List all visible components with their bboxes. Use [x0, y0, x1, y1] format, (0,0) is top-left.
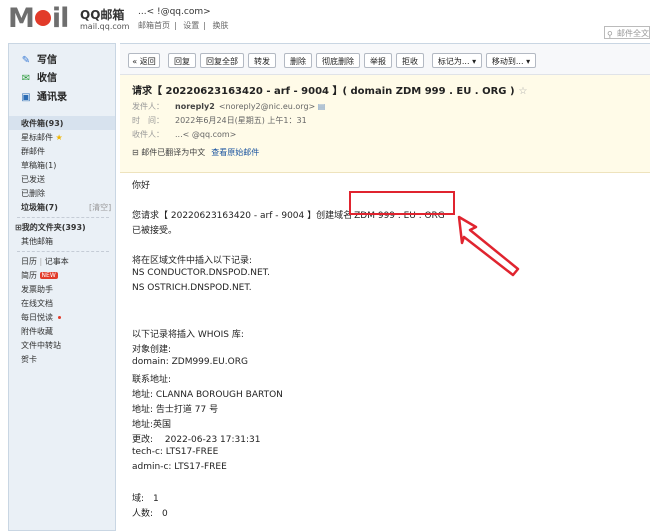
expand-icon: ⊞	[15, 223, 22, 232]
reply-all-button[interactable]: 回复全部	[200, 53, 244, 68]
body-addr1: 地址: CLANNA BOROUGH BARTON	[132, 390, 283, 400]
sidebar-item-cards[interactable]: 贺卡	[21, 354, 37, 365]
sidebar-item-docs[interactable]: 在线文档	[21, 298, 53, 309]
body-field: 域: 1	[132, 494, 159, 504]
star-icon: ★	[55, 133, 63, 142]
logo-circle-icon	[34, 9, 51, 26]
translate-icon: ⊟	[132, 148, 139, 157]
link-skin[interactable]: 换肤	[213, 21, 229, 30]
delete-permanently-button[interactable]: 彻底删除	[316, 53, 360, 68]
move-to-dropdown[interactable]: 移动到... ▾	[486, 53, 536, 68]
sender-address: <noreply2@nic.eu.org>	[218, 102, 316, 111]
mail-header: 请求【 20220623163420 - arf - 9004 】( domai…	[120, 75, 650, 173]
body-zone-intro: 将在区域文件中插入以下记录:	[132, 256, 253, 266]
link-settings[interactable]: 设置	[183, 21, 199, 30]
body-whois-intro: 以下记录将插入 WHOIS 库:	[132, 330, 244, 340]
reply-button[interactable]: 回复	[168, 53, 196, 68]
contacts-button[interactable]: ▣ 通讯录	[19, 88, 67, 103]
link-notes[interactable]: 记事本	[45, 257, 69, 266]
divider	[17, 217, 109, 218]
brand-name: QQ邮箱	[80, 8, 125, 22]
body-tech: tech-c: LTS17-FREE	[132, 447, 219, 457]
inbox-icon: ✉	[21, 73, 31, 84]
annotation-arrow-icon	[457, 215, 520, 277]
forward-button[interactable]: 转发	[248, 53, 276, 68]
sidebar-item-inbox[interactable]: 收件箱(93)	[21, 118, 63, 129]
sidebar-item-invoice[interactable]: 发票助手	[21, 284, 53, 295]
body-accepted: 已被接受。	[132, 226, 178, 236]
unread-dot	[58, 316, 61, 319]
sidebar-item-group[interactable]: 群邮件	[21, 146, 45, 157]
pencil-icon: ✎	[21, 55, 31, 66]
sidebar-item-filetransfer[interactable]: 文件中转站	[21, 340, 61, 351]
sidebar-item-other[interactable]: 其他邮箱	[21, 236, 53, 247]
contact-card-icon[interactable]: ▤	[318, 102, 326, 111]
body-count: 人数: 0	[132, 509, 168, 519]
body-admin: admin-c: LTS17-FREE	[132, 462, 227, 472]
receive-button[interactable]: ✉ 收信	[19, 69, 57, 84]
recipient-row: 收件人： ...< @qq.com>	[132, 130, 237, 139]
top-header: Mil QQ邮箱 mail.qq.com ...< !@qq.com> 邮箱首页…	[0, 0, 650, 42]
brand-url: mail.qq.com	[80, 22, 130, 31]
link-home[interactable]: 邮箱首页	[138, 21, 170, 30]
search-input[interactable]: ⚲ 邮件全文	[604, 26, 650, 39]
body-changed: 更改: 2022-06-23 17:31:31	[132, 435, 261, 445]
sidebar: ✎ 写信 ✉ 收信 ▣ 通讯录 收件箱(93) 星标邮件 ★ 群邮件 草稿箱(1) 已…	[8, 43, 116, 531]
view-original-link[interactable]: 查看原始邮件	[211, 148, 259, 157]
search-icon: ⚲	[607, 30, 613, 39]
body-object: 对象创建:	[132, 345, 172, 355]
contacts-icon: ▣	[21, 92, 31, 103]
mail-toolbar: « 返回 回复 回复全部 转发 删除 彻底删除 举报 拒收 标记为... ▾ 移…	[120, 44, 650, 75]
sidebar-item-deleted[interactable]: 已删除	[21, 188, 45, 199]
body-addr3: 地址:英国	[132, 420, 172, 430]
recipient-address: ...< @qq.com>	[175, 130, 237, 139]
time-row: 时 间： 2022年6月24日(星期五) 上午1：31	[132, 116, 307, 125]
sidebar-item-resume[interactable]: 简历 NEW	[21, 270, 58, 281]
account-address: ...< !@qq.com>	[138, 7, 211, 17]
mail-time: 2022年6月24日(星期五) 上午1：31	[175, 116, 307, 125]
back-button[interactable]: « 返回	[128, 53, 160, 68]
sidebar-item-sent[interactable]: 已发送	[21, 174, 45, 185]
mail-subject: 请求【 20220623163420 - arf - 9004 】( domai…	[132, 86, 528, 97]
sidebar-item-attachments[interactable]: 附件收藏	[21, 326, 53, 337]
sender-row: 发件人： noreply2 <noreply2@nic.eu.org> ▤	[132, 102, 326, 111]
clear-spam-link[interactable]: [清空]	[89, 202, 111, 213]
sidebar-item-spam[interactable]: 垃圾箱(7)	[21, 202, 58, 213]
body-domain: domain: ZDM999.EU.ORG	[132, 357, 248, 367]
qq-mail-logo[interactable]: Mil	[8, 4, 69, 34]
sidebar-item-drafts[interactable]: 草稿箱(1)	[21, 160, 56, 171]
body-ns1: NS CONDUCTOR.DNSPOD.NET.	[132, 268, 270, 278]
body-contact: 联系地址:	[132, 375, 172, 385]
translate-bar: ⊟ 邮件已翻译为中文 查看原始邮件	[132, 148, 260, 157]
sidebar-item-reading[interactable]: 每日悦读	[21, 312, 61, 323]
annotation-highlight-box	[349, 191, 455, 215]
new-badge: NEW	[39, 272, 58, 279]
top-links: 邮箱首页 | 设置 | 换肤	[138, 21, 229, 30]
sidebar-tools-row: 日历 | 记事本	[21, 257, 69, 266]
star-toggle-icon[interactable]: ☆	[519, 86, 528, 97]
mark-as-dropdown[interactable]: 标记为... ▾	[432, 53, 482, 68]
report-button[interactable]: 举报	[364, 53, 392, 68]
body-greeting: 你好	[132, 181, 151, 191]
sidebar-item-folders[interactable]: ⊞我的文件夹(393)	[15, 222, 86, 233]
delete-button[interactable]: 删除	[284, 53, 312, 68]
body-addr2: 地址: 告士打道 77 号	[132, 405, 219, 415]
compose-button[interactable]: ✎ 写信	[19, 51, 57, 66]
reject-button[interactable]: 拒收	[396, 53, 424, 68]
link-calendar[interactable]: 日历	[21, 257, 37, 266]
chevron-down-icon: ▾	[472, 57, 477, 66]
divider	[17, 251, 109, 252]
chevron-down-icon: ▾	[526, 57, 531, 66]
mail-view: « 返回 回复 回复全部 转发 删除 彻底删除 举报 拒收 标记为... ▾ 移…	[120, 43, 650, 532]
body-ns2: NS OSTRICH.DNSPOD.NET.	[132, 283, 252, 293]
sidebar-item-starred[interactable]: 星标邮件 ★	[21, 132, 63, 143]
sender-name[interactable]: noreply2	[175, 102, 215, 111]
